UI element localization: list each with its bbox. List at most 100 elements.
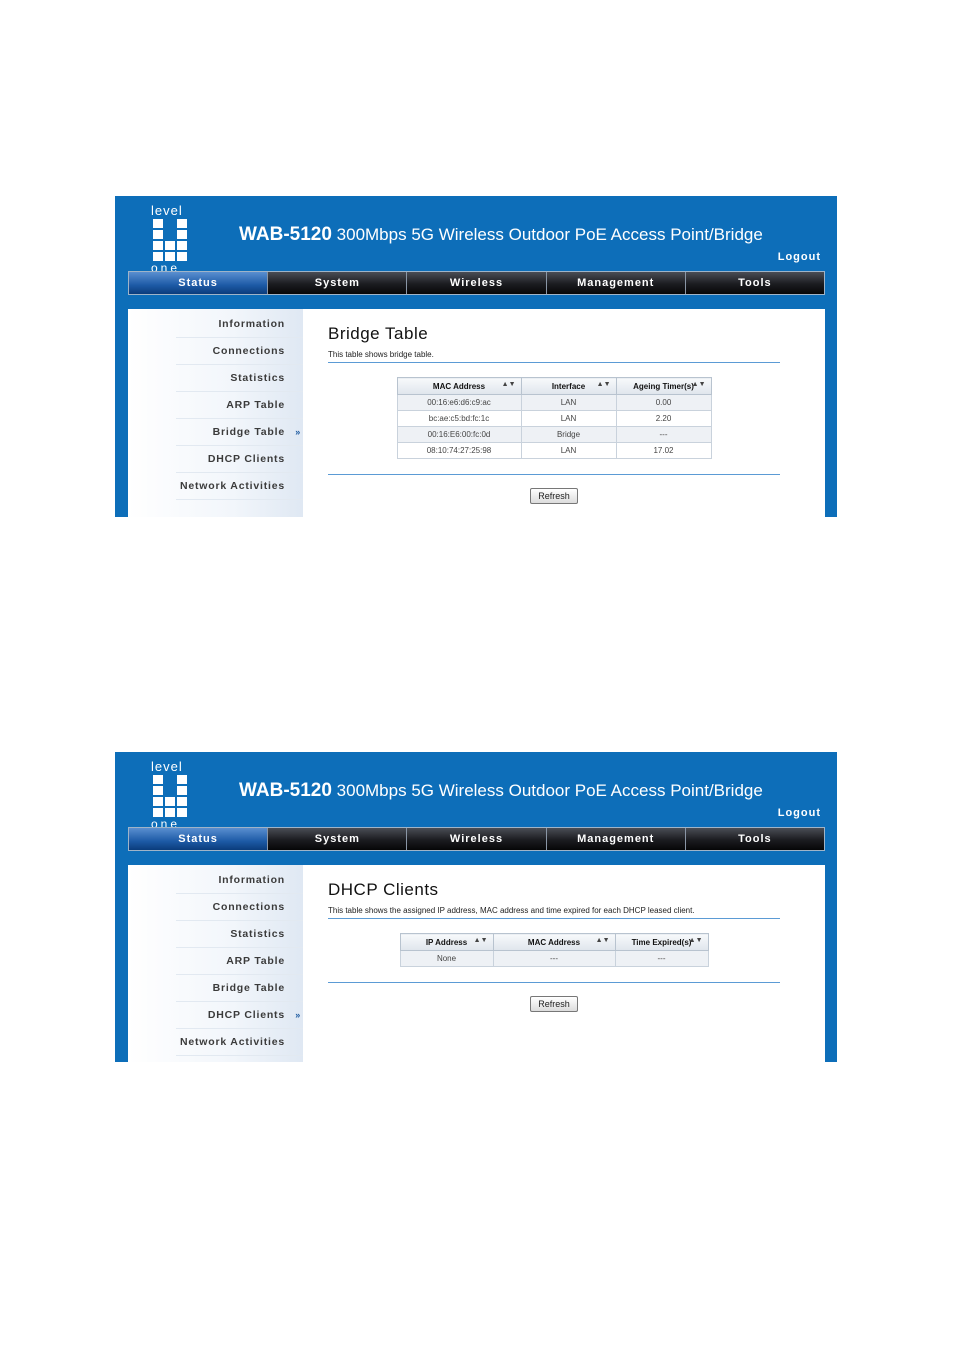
active-arrow-icon: »	[295, 1010, 301, 1020]
sidebar-item-network-activities[interactable]: Network Activities	[176, 473, 303, 500]
nav-tab-tools[interactable]: Tools	[685, 272, 825, 294]
sidebar-item-network-activities[interactable]: Network Activities	[176, 1029, 303, 1056]
sidebar-item-label: DHCP Clients	[207, 1009, 285, 1021]
cell-ageing-timer: 2.20	[615, 410, 712, 427]
nav-tab-management[interactable]: Management	[546, 828, 686, 850]
sort-icon: ▲▼	[501, 381, 516, 388]
product-description: 300Mbps 5G Wireless Outdoor PoE Access P…	[336, 781, 763, 800]
cell-mac-address: 08:10:74:27:25:98	[396, 442, 522, 459]
logo-mark-icon	[153, 775, 199, 817]
column-label: MAC Address	[527, 937, 581, 947]
column-label: Time Expired(s)	[631, 937, 692, 947]
table-header-row: IP Address ▲▼ MAC Address ▲▼ Time Expired(…	[399, 933, 709, 951]
sidebar-item-information[interactable]: Information	[176, 867, 303, 894]
sidebar-item-label: Bridge Table	[212, 426, 285, 438]
nav-tab-tools[interactable]: Tools	[685, 828, 825, 850]
column-header-time-expired[interactable]: Time Expired(s) ▲▼	[614, 933, 709, 951]
sidebar-item-label: Bridge Table	[212, 982, 285, 994]
cell-mac-address: ---	[492, 950, 616, 967]
sidebar-item-label: Information	[218, 874, 285, 886]
sidebar-item-connections[interactable]: Connections	[176, 894, 303, 921]
sort-icon: ▲▼	[595, 937, 610, 944]
column-label: Ageing Timer(s)	[633, 381, 694, 391]
product-description: 300Mbps 5G Wireless Outdoor PoE Access P…	[336, 225, 763, 244]
column-header-interface[interactable]: Interface ▲▼	[520, 377, 617, 395]
sidebar-item-connections[interactable]: Connections	[176, 338, 303, 365]
nav-tab-wireless[interactable]: Wireless	[407, 828, 547, 850]
main-panel: DHCP Clients This table shows the assign…	[328, 865, 780, 1012]
product-title: WAB-5120 300Mbps 5G Wireless Outdoor PoE…	[239, 224, 763, 246]
logo-top-text: level	[151, 203, 183, 218]
sidebar-item-label: Network Activities	[179, 480, 285, 492]
page-description: This table shows the assigned IP address…	[328, 906, 780, 919]
model-name: WAB-5120	[239, 780, 332, 801]
logo-mark-icon	[153, 219, 199, 261]
logo-top-text: level	[151, 759, 183, 774]
sidebar-item-arp-table[interactable]: ARP Table	[176, 392, 303, 419]
content-area: Information Connections Statistics ARP T…	[128, 865, 825, 1062]
product-title: WAB-5120 300Mbps 5G Wireless Outdoor PoE…	[239, 780, 763, 802]
nav-tab-wireless[interactable]: Wireless	[407, 272, 547, 294]
cell-mac-address: bc:ae:c5:bd:fc:1c	[396, 410, 522, 427]
nav-tab-system[interactable]: System	[268, 828, 408, 850]
levelone-logo: level one	[151, 760, 199, 830]
cell-interface: LAN	[520, 442, 617, 459]
sort-icon: ▲▼	[688, 937, 703, 944]
logout-link[interactable]: Logout	[778, 807, 821, 819]
column-header-ageing-timer[interactable]: Ageing Timer(s) ▲▼	[615, 377, 712, 395]
sidebar-item-bridge-table[interactable]: Bridge Table »	[176, 419, 303, 446]
sidebar-item-label: DHCP Clients	[207, 453, 285, 465]
sort-icon: ▲▼	[596, 381, 611, 388]
screenshot-bridge-table: level one WAB-5120 300Mbps 5G Wireless O…	[115, 196, 837, 517]
sidebar-item-label: Network Activities	[179, 1036, 285, 1048]
sidebar-item-label: Connections	[212, 345, 285, 357]
cell-ip-address: None	[399, 950, 494, 967]
model-name: WAB-5120	[239, 224, 332, 245]
sidebar: Information Connections Statistics ARP T…	[128, 865, 303, 1062]
column-header-mac-address[interactable]: MAC Address ▲▼	[396, 377, 522, 395]
logout-link[interactable]: Logout	[778, 251, 821, 263]
table-header-row: MAC Address ▲▼ Interface ▲▼ Ageing Timer(s…	[396, 377, 712, 395]
column-header-mac-address[interactable]: MAC Address ▲▼	[492, 933, 616, 951]
dhcp-clients-table: IP Address ▲▼ MAC Address ▲▼ Time Expired(…	[399, 933, 709, 967]
sidebar-item-information[interactable]: Information	[176, 311, 303, 338]
nav-tab-management[interactable]: Management	[546, 272, 686, 294]
cell-ageing-timer: ---	[615, 426, 712, 443]
sidebar-item-label: Statistics	[230, 372, 285, 384]
column-label: MAC Address	[432, 381, 486, 391]
sidebar-item-dhcp-clients[interactable]: DHCP Clients »	[176, 1002, 303, 1029]
nav-tab-status[interactable]: Status	[129, 272, 269, 294]
screenshot-dhcp-clients: level one WAB-5120 300Mbps 5G Wireless O…	[115, 752, 837, 1062]
table-row: None --- ---	[399, 950, 709, 967]
nav-tab-system[interactable]: System	[268, 272, 408, 294]
page-title: Bridge Table	[328, 324, 429, 343]
sidebar-item-bridge-table[interactable]: Bridge Table	[176, 975, 303, 1002]
refresh-button[interactable]: Refresh	[530, 996, 578, 1012]
sidebar: Information Connections Statistics ARP T…	[128, 309, 303, 517]
column-label: Interface	[551, 381, 586, 391]
cell-interface: LAN	[520, 394, 617, 411]
active-arrow-icon: »	[295, 427, 301, 437]
content-area: Information Connections Statistics ARP T…	[128, 309, 825, 517]
nav-tab-status[interactable]: Status	[129, 828, 269, 850]
page-description: This table shows bridge table.	[328, 350, 780, 363]
sidebar-item-label: ARP Table	[226, 399, 285, 411]
refresh-button[interactable]: Refresh	[530, 488, 578, 504]
sidebar-item-label: ARP Table	[226, 955, 285, 967]
page-title: DHCP Clients	[328, 880, 439, 899]
cell-ageing-timer: 0.00	[615, 394, 712, 411]
sidebar-item-arp-table[interactable]: ARP Table	[176, 948, 303, 975]
table-row: 08:10:74:27:25:98 LAN 17.02	[396, 442, 712, 459]
main-nav: Status System Wireless Management Tools	[128, 271, 825, 295]
levelone-logo: level one	[151, 204, 199, 274]
sidebar-item-statistics[interactable]: Statistics	[176, 921, 303, 948]
cell-time-expired: ---	[614, 950, 709, 967]
sort-icon: ▲▼	[473, 937, 488, 944]
column-header-ip-address[interactable]: IP Address ▲▼	[399, 933, 494, 951]
bridge-table: MAC Address ▲▼ Interface ▲▼ Ageing Timer(s…	[396, 377, 712, 459]
sidebar-item-label: Information	[218, 318, 285, 330]
sidebar-item-statistics[interactable]: Statistics	[176, 365, 303, 392]
main-panel: Bridge Table This table shows bridge tab…	[328, 309, 780, 504]
table-row: bc:ae:c5:bd:fc:1c LAN 2.20	[396, 410, 712, 427]
sidebar-item-dhcp-clients[interactable]: DHCP Clients	[176, 446, 303, 473]
